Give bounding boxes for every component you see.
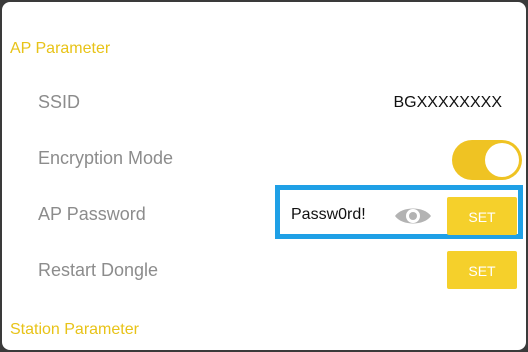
settings-panel: AP Parameter SSID BGXXXXXXXX Encryption …	[2, 2, 526, 350]
ssid-value: BGXXXXXXXX	[393, 94, 503, 111]
toggle-knob	[485, 143, 519, 177]
ap-parameter-title: AP Parameter	[10, 40, 111, 57]
station-parameter-title: Station Parameter	[10, 321, 139, 338]
restart-set-button[interactable]: SET	[447, 251, 517, 289]
ssid-label: SSID	[38, 92, 81, 112]
encryption-mode-label: Encryption Mode	[38, 148, 174, 168]
restart-dongle-label: Restart Dongle	[38, 260, 159, 280]
ap-password-label: AP Password	[38, 204, 146, 224]
password-value: Passw0rd!	[291, 206, 366, 223]
eye-icon[interactable]	[394, 205, 432, 227]
encryption-mode-toggle[interactable]	[452, 140, 522, 180]
password-set-button[interactable]: SET	[447, 197, 517, 235]
